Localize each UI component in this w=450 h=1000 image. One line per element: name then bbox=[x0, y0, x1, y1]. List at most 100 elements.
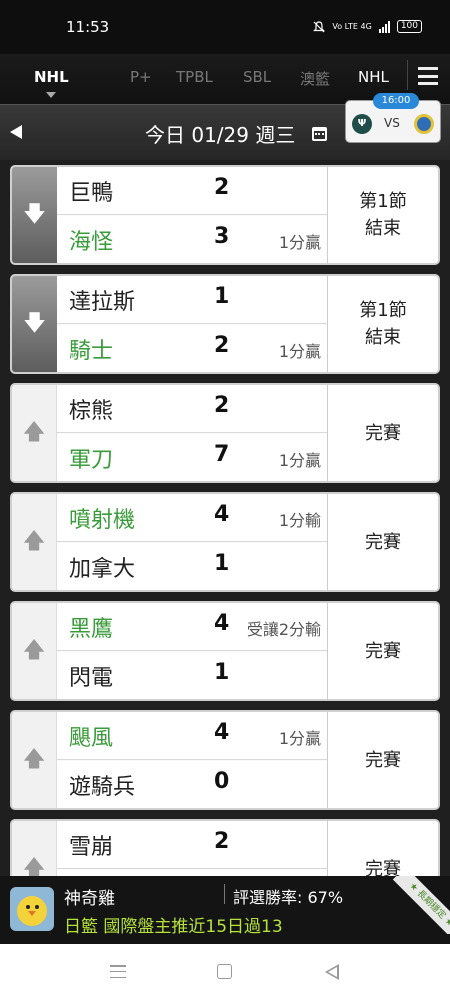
promo-win-rate: 評選勝率: 67% bbox=[233, 888, 344, 907]
upcoming-game-chip[interactable]: 16:00 Ψ VS bbox=[345, 93, 441, 143]
expand-toggle[interactable]: 🡅 bbox=[12, 494, 57, 590]
home-team-name: 海怪 bbox=[69, 230, 114, 255]
away-team-row: 棕熊 2 bbox=[57, 385, 327, 433]
calendar-icon[interactable] bbox=[312, 127, 327, 141]
game-status: 第1節 結束 bbox=[327, 276, 438, 372]
away-team-name: 噴射機 bbox=[69, 508, 136, 533]
back-icon[interactable] bbox=[325, 964, 339, 980]
home-icon[interactable] bbox=[217, 964, 232, 979]
away-team-row: 巨鴨 2 bbox=[57, 167, 327, 215]
away-team-result: 1分贏 bbox=[278, 729, 321, 748]
away-team-score: 2 bbox=[214, 829, 230, 854]
arrow-up-icon: 🡅 bbox=[22, 747, 46, 772]
game-card[interactable]: 🡇 達拉斯 1 騎士 2 1分贏 第1節 結束 bbox=[10, 274, 440, 374]
expand-toggle[interactable]: 🡅 bbox=[12, 712, 57, 808]
away-team-row: 颶風 4 1分贏 bbox=[57, 712, 327, 760]
signal-icon bbox=[378, 20, 390, 33]
home-team-score: 2 bbox=[214, 333, 230, 358]
away-team-score: 2 bbox=[214, 175, 230, 200]
collapse-toggle[interactable]: 🡇 bbox=[12, 276, 57, 372]
mute-icon bbox=[313, 20, 326, 32]
away-team-score: 2 bbox=[214, 393, 230, 418]
game-status: 第1節 結束 bbox=[327, 167, 438, 263]
home-team-name: 閃電 bbox=[69, 666, 114, 691]
game-status: 完賽 bbox=[327, 385, 438, 481]
game-card[interactable]: 🡇 巨鴨 2 海怪 3 1分贏 第1節 結束 bbox=[10, 165, 440, 265]
tab-sbl[interactable]: SBL bbox=[243, 68, 271, 86]
chevron-left-icon[interactable] bbox=[10, 125, 22, 139]
hamburger-menu-icon[interactable] bbox=[418, 67, 438, 85]
game-status: 完賽 bbox=[327, 712, 438, 808]
game-status-line: 第1節 bbox=[359, 191, 407, 212]
tab-australia-basketball[interactable]: 澳籃 bbox=[300, 68, 330, 89]
away-team-name: 巨鴨 bbox=[69, 181, 114, 206]
arrow-up-icon: 🡅 bbox=[22, 638, 46, 663]
chick-icon bbox=[17, 896, 47, 926]
promo-banner[interactable]: 神奇雞 評選勝率: 67% 日籃 國際盤主推近15日過13 ★ 長期穩定 ★ bbox=[0, 876, 450, 944]
collapse-toggle[interactable]: 🡇 bbox=[12, 167, 57, 263]
system-nav-bar bbox=[0, 944, 450, 1000]
home-team-row: 海怪 3 1分贏 bbox=[57, 216, 327, 263]
upcoming-game-time: 16:00 bbox=[373, 93, 419, 109]
game-status-line: 完賽 bbox=[365, 422, 401, 444]
promo-ribbon: ★ 長期穩定 ★ bbox=[392, 876, 450, 934]
tab-tpbl[interactable]: TPBL bbox=[176, 68, 213, 86]
expand-toggle[interactable]: 🡅 bbox=[12, 603, 57, 699]
home-team-score: 0 bbox=[214, 769, 230, 794]
battery-icon: 100 bbox=[396, 20, 422, 33]
game-card[interactable]: 🡅 雪崩 2 完賽 bbox=[10, 819, 440, 876]
game-status-line: 完賽 bbox=[365, 858, 401, 877]
home-team-name: 遊騎兵 bbox=[69, 775, 136, 800]
game-card[interactable]: 🡅 棕熊 2 軍刀 7 1分贏 完賽 bbox=[10, 383, 440, 483]
home-team-name: 軍刀 bbox=[69, 448, 114, 473]
away-team-result: 受讓2分輸 bbox=[246, 620, 321, 639]
tab-p-plus[interactable]: P+ bbox=[130, 68, 152, 86]
home-team-result: 1分贏 bbox=[278, 233, 321, 252]
home-team-row: 加拿大 1 bbox=[57, 543, 327, 590]
away-team-name: 棕熊 bbox=[69, 399, 114, 424]
away-team-score: 4 bbox=[214, 611, 230, 636]
tab-indicator-icon bbox=[46, 92, 56, 98]
status-bar: 11:53 Vo LTE 4G 100 bbox=[0, 0, 450, 54]
expand-toggle[interactable]: 🡅 bbox=[12, 821, 57, 876]
away-team-row: 噴射機 4 1分輸 bbox=[57, 494, 327, 542]
game-status: 完賽 bbox=[327, 494, 438, 590]
home-team-result: 1分贏 bbox=[278, 342, 321, 361]
away-team-row: 黑鷹 4 受讓2分輸 bbox=[57, 603, 327, 651]
date-label[interactable]: 今日 01/29 週三 bbox=[145, 119, 295, 148]
home-team-row: 軍刀 7 1分贏 bbox=[57, 434, 327, 481]
expand-toggle[interactable]: 🡅 bbox=[12, 385, 57, 481]
game-status: 完賽 bbox=[327, 821, 438, 876]
arrow-up-icon: 🡅 bbox=[22, 420, 46, 445]
game-card[interactable]: 🡅 颶風 4 1分贏 遊騎兵 0 完賽 bbox=[10, 710, 440, 810]
home-team-name: 騎士 bbox=[69, 339, 114, 364]
away-team-name: 達拉斯 bbox=[69, 290, 136, 315]
game-status-line: 完賽 bbox=[365, 640, 401, 662]
away-team-score: 1 bbox=[214, 284, 230, 309]
game-status-line: 完賽 bbox=[365, 531, 401, 553]
away-team-name: 黑鷹 bbox=[69, 617, 114, 642]
game-status: 完賽 bbox=[327, 603, 438, 699]
network-label: Vo LTE 4G bbox=[332, 22, 372, 31]
game-card[interactable]: 🡅 黑鷹 4 受讓2分輸 閃電 1 完賽 bbox=[10, 601, 440, 701]
arrow-down-icon: 🡇 bbox=[23, 202, 46, 227]
arrow-up-icon: 🡅 bbox=[22, 856, 46, 877]
recent-apps-icon[interactable] bbox=[110, 965, 126, 978]
tab-nhl-active[interactable]: NHL bbox=[34, 68, 69, 86]
tab-divider bbox=[407, 60, 408, 90]
arrow-down-icon: 🡇 bbox=[23, 311, 46, 336]
vs-label: VS bbox=[384, 116, 400, 130]
away-team-score: 4 bbox=[214, 720, 230, 745]
team-logo-icon bbox=[414, 114, 434, 134]
home-team-row: 騎士 2 1分贏 bbox=[57, 325, 327, 372]
game-status-line: 第1節 bbox=[359, 300, 407, 321]
divider bbox=[224, 884, 225, 904]
home-team-row: 閃電 1 bbox=[57, 652, 327, 699]
game-card[interactable]: 🡅 噴射機 4 1分輸 加拿大 1 完賽 bbox=[10, 492, 440, 592]
arrow-up-icon: 🡅 bbox=[22, 529, 46, 554]
avatar bbox=[10, 887, 54, 931]
home-team-name: 加拿大 bbox=[69, 557, 136, 582]
game-status-line: 完賽 bbox=[365, 749, 401, 771]
tab-nhl[interactable]: NHL bbox=[358, 68, 389, 86]
home-team-result: 1分贏 bbox=[278, 451, 321, 470]
